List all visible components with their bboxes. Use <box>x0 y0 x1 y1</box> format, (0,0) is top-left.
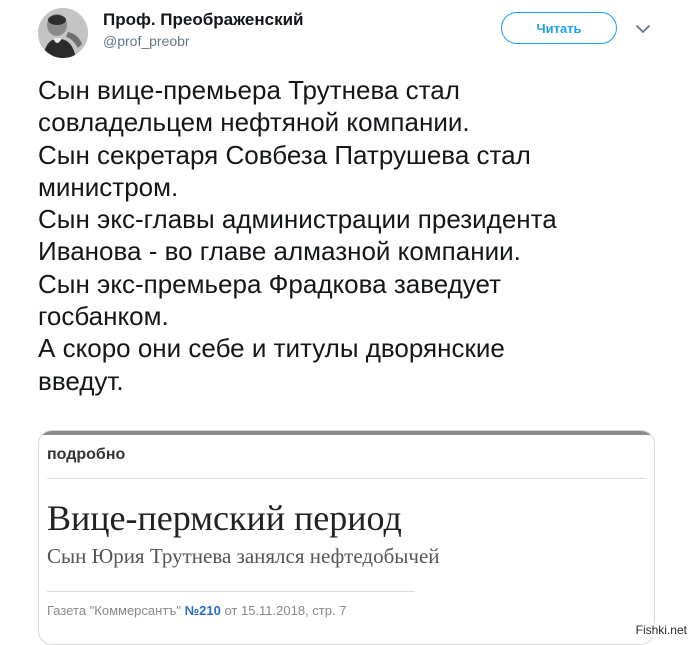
tweet-line: Сын экс-премьера Фрадкова заведует <box>38 268 502 299</box>
chevron-down-icon[interactable] <box>631 17 655 41</box>
watermark: Fishki.net <box>633 623 689 637</box>
tweet-line: Сын экс-главы администрации президента <box>38 204 557 235</box>
avatar-portrait <box>38 8 88 58</box>
link-card[interactable]: подробно Вице-пермский период Сын Юрия Т… <box>38 430 655 645</box>
card-source-divider <box>47 591 415 592</box>
card-source-date: от 15.11.2018, стр. 7 <box>224 603 347 618</box>
tweet-line: Сын секретаря Совбеза Патрушева стал <box>38 139 531 170</box>
card-source-issue: №210 <box>184 603 221 618</box>
tweet-line: Сын вице-премьера Трутнева стал <box>38 75 460 105</box>
card-section-label: подробно <box>47 446 126 463</box>
tweet-line: Иванова - во главе алмазной компании. <box>38 236 521 267</box>
card-source-publication: Газета "Коммерсантъ" <box>47 603 182 618</box>
tweet-line: госбанком. <box>38 301 169 332</box>
card-source: Газета "Коммерсантъ" №210 от 15.11.2018,… <box>47 603 346 618</box>
card-subtitle: Сын Юрия Трутнева занялся нефтедобычей <box>47 544 440 568</box>
tweet-text: Сын вице-премьера Трутнева стал совладел… <box>38 74 678 397</box>
author-handle[interactable]: @prof_preobr <box>103 33 190 49</box>
card-top-rule <box>39 431 654 435</box>
tweet-line: совладельцем нефтяной компании. <box>38 107 470 138</box>
tweet-line: введут. <box>38 365 124 396</box>
follow-button[interactable]: Читать <box>501 12 617 44</box>
tweet-line: А скоро они себе и титулы дворянские <box>38 333 505 364</box>
card-divider <box>47 478 646 479</box>
card-headline: Вице-пермский период <box>47 498 402 538</box>
avatar[interactable] <box>38 8 88 58</box>
follow-button-label: Читать <box>536 20 582 36</box>
tweet-line: министром. <box>38 171 179 202</box>
author-name[interactable]: Проф. Преображенский <box>103 10 304 30</box>
